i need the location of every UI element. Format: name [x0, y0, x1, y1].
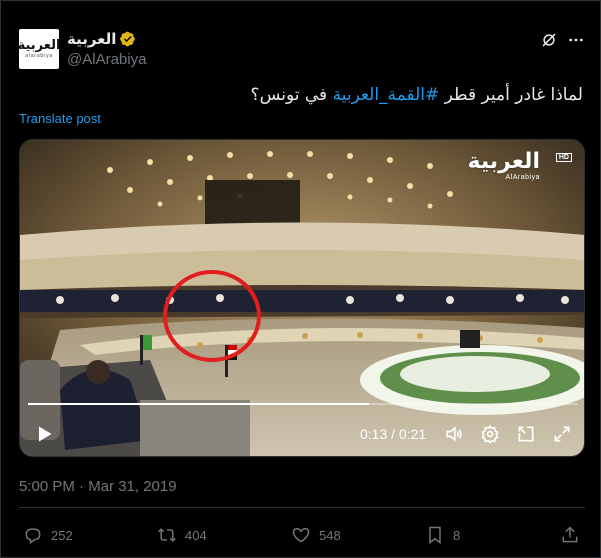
- like-button[interactable]: 548: [291, 525, 341, 545]
- bookmark-icon: [429, 526, 441, 544]
- avatar[interactable]: العربية alarabiya: [17, 29, 61, 69]
- audience: [20, 290, 584, 312]
- bookmark-count: 8: [453, 527, 461, 543]
- channel-logo-latin: AlArabiya: [505, 174, 540, 181]
- video-progress-fill: [28, 403, 369, 405]
- divider: [19, 507, 585, 508]
- post-text-suffix: في تونس؟: [250, 85, 333, 105]
- handle[interactable]: @AlArabiya: [67, 51, 146, 68]
- gear-icon[interactable]: [480, 424, 500, 444]
- post-text-prefix: لماذا غادر أمير قطر: [439, 85, 583, 105]
- more-icon[interactable]: [567, 31, 585, 49]
- avatar-logo-arabic: العربية: [17, 38, 61, 53]
- like-count: 548: [319, 527, 341, 543]
- translate-post-link[interactable]: Translate post: [19, 111, 101, 126]
- author-name-row: العربية: [67, 30, 136, 48]
- heart-icon: [292, 527, 310, 543]
- pip-icon[interactable]: [516, 424, 536, 444]
- volume-icon[interactable]: [444, 424, 464, 444]
- video-controls: 0:13 / 0:21: [20, 418, 584, 450]
- repost-button[interactable]: 404: [157, 525, 207, 545]
- post-timestamp[interactable]: 5:00 PM · Mar 31, 2019: [19, 478, 177, 495]
- channel-logo-arabic: العربية: [467, 149, 541, 174]
- post-text: لماذا غادر أمير قطر #القمة_العربية في تو…: [251, 85, 583, 105]
- hd-badge: HD: [555, 153, 572, 162]
- video-player[interactable]: العربية AlArabiya HD 0:13 / 0:21: [19, 139, 585, 457]
- channel-logo: العربية AlArabiya: [467, 149, 541, 182]
- video-progress-bar[interactable]: [28, 403, 578, 405]
- avatar-logo-latin: alarabiya: [25, 53, 53, 59]
- share-icon: [562, 526, 578, 543]
- reply-count: 252: [51, 527, 73, 543]
- post-card: العربية alarabiya العربية @AlArabiya لما…: [0, 0, 601, 558]
- share-button[interactable]: [560, 525, 580, 545]
- play-icon[interactable]: [34, 424, 54, 444]
- repost-icon: [158, 528, 176, 542]
- display-name[interactable]: العربية: [67, 30, 116, 48]
- grok-icon[interactable]: [540, 31, 558, 49]
- video-frame: [20, 140, 584, 456]
- video-time: 0:13 / 0:21: [360, 426, 427, 442]
- hashtag-link[interactable]: #القمة_العربية: [333, 85, 440, 105]
- reply-button[interactable]: 252: [23, 525, 73, 545]
- bookmark-button[interactable]: 8: [425, 525, 460, 545]
- fullscreen-icon[interactable]: [552, 424, 572, 444]
- reply-icon: [25, 528, 41, 544]
- verified-badge-icon[interactable]: [120, 31, 136, 47]
- repost-count: 404: [185, 527, 207, 543]
